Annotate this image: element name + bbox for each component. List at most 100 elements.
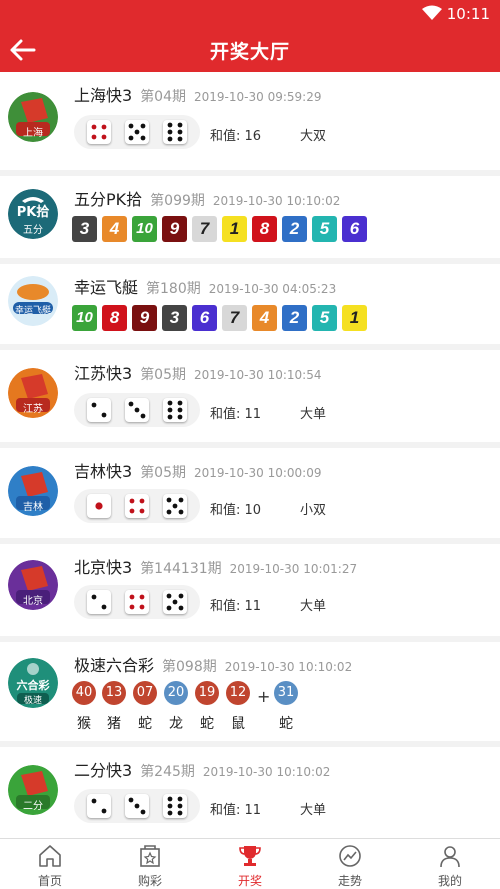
lottery-row-beijing-k3[interactable]: 北京 北京快3 第144131期 2019-10-30 10:01:27 和值: 1… xyxy=(0,544,500,642)
status-time: 10:11 xyxy=(446,5,490,23)
number-tile: 7 xyxy=(222,305,247,331)
die-face xyxy=(87,590,111,614)
lottery-name: 北京快3 xyxy=(74,558,133,577)
row-header: 北京快3 第144131期 2019-10-30 10:01:27 xyxy=(74,554,357,578)
sum-value: 和值: 16 xyxy=(210,129,262,144)
number-tile: 2 xyxy=(282,305,307,331)
lottery-period: 第05期 xyxy=(140,465,187,481)
result-tag: 大单 xyxy=(300,599,327,614)
sum-value: 和值: 11 xyxy=(210,407,262,422)
number-tile: 4 xyxy=(102,216,127,242)
liuhecai-logo-icon: 六合彩 极速 xyxy=(8,658,58,708)
nav-trend[interactable]: 走势 xyxy=(300,839,400,889)
die-face xyxy=(163,494,187,518)
logo-label: 二分 xyxy=(23,801,43,812)
result-tag: 大单 xyxy=(300,407,327,422)
number-tile: 8 xyxy=(102,305,127,331)
wifi-icon xyxy=(422,5,442,20)
lottery-row-xingyun-feiting[interactable]: 幸运飞艇 幸运飞艇 第180期 2019-10-30 04:05:23 10 8 9 3 6… xyxy=(0,264,500,350)
page-title: 开奖大厅 xyxy=(209,41,290,63)
result-tag: 小双 xyxy=(300,503,327,518)
number-tile: 7 xyxy=(192,216,217,242)
number-ball: 19 xyxy=(195,681,219,705)
number-tile: 6 xyxy=(342,216,367,242)
row-header: 江苏快3 第05期 2019-10-30 10:10:54 xyxy=(74,360,321,384)
die-face-4 xyxy=(91,124,107,140)
number-tile: 6 xyxy=(192,305,217,331)
die-face xyxy=(125,590,149,614)
draw-time: 2019-10-30 10:10:54 xyxy=(194,368,322,382)
row-header: 吉林快3 第05期 2019-10-30 10:00:09 xyxy=(74,458,321,482)
die-face xyxy=(163,590,187,614)
airship-logo-icon: 幸运飞艇 xyxy=(8,276,58,326)
die-face-5 xyxy=(128,123,146,141)
k3-logo-icon: 上海 xyxy=(8,92,58,142)
draw-time: 2019-10-30 10:10:02 xyxy=(202,765,331,779)
trophy-icon xyxy=(239,846,261,866)
row-header: 五分PK拾 第099期 2019-10-30 10:10:02 xyxy=(74,186,340,210)
number-tile: 5 xyxy=(312,216,337,242)
die-face-2 xyxy=(91,402,107,418)
number-tile: 3 xyxy=(162,305,187,331)
k3-logo-icon: 二分 xyxy=(8,765,58,815)
nav-draw[interactable]: 开奖 xyxy=(200,839,300,889)
lottery-period: 第245期 xyxy=(140,764,195,780)
dice-result xyxy=(74,115,200,149)
lottery-row-jiangsu-k3[interactable]: 江苏 江苏快3 第05期 2019-10-30 10:10:54 和值: 11 大单 xyxy=(0,350,500,448)
number-ball: 12 xyxy=(226,681,250,705)
nav-home[interactable]: 首页 xyxy=(0,839,100,889)
draw-time: 2019-10-30 10:10:02 xyxy=(224,660,353,674)
status-bar: 10:11 xyxy=(0,0,500,28)
die-face-5 xyxy=(166,497,184,515)
die-face-2 xyxy=(91,594,107,610)
die-face-1 xyxy=(95,502,103,510)
dice-result xyxy=(74,585,200,619)
lottery-balls: 40 猴 13 猪 07 蛇 20 龙 19 蛇 12 鼠 + 31 蛇 xyxy=(72,681,312,741)
number-tile: 3 xyxy=(72,216,97,242)
row-header: 幸运飞艇 第180期 2019-10-30 04:05:23 xyxy=(74,274,336,298)
die-face-6 xyxy=(167,122,183,142)
plus-sign: + xyxy=(257,687,271,706)
zodiac-label: 猪 xyxy=(107,716,121,732)
number-ball: 07 xyxy=(133,681,157,705)
nav-label: 我的 xyxy=(437,874,462,888)
result-tag: 大单 xyxy=(300,803,327,818)
draw-time: 2019-10-30 04:05:23 xyxy=(208,282,337,296)
lottery-name: 幸运飞艇 xyxy=(74,278,139,297)
logo-mark: PK拾 xyxy=(16,205,50,220)
die-face-2 xyxy=(91,798,107,814)
logo-label: 江苏 xyxy=(23,404,43,415)
logo-label: 吉林 xyxy=(23,502,43,513)
die-face xyxy=(87,398,111,422)
number-ball: 40 xyxy=(72,681,96,705)
lottery-row-erfen-k3[interactable]: 二分 二分快3 第245期 2019-10-30 10:10:02 和值: 11 大… xyxy=(0,747,500,837)
lottery-row-wufen-pk10[interactable]: PK拾 五分 五分PK拾 第099期 2019-10-30 10:10:02 341… xyxy=(0,176,500,264)
logo-label: 极速 xyxy=(23,696,42,706)
number-tile: 9 xyxy=(132,305,157,331)
zodiac-label: 蛇 xyxy=(279,716,293,732)
lottery-period: 第099期 xyxy=(150,193,205,209)
die-face xyxy=(125,494,149,518)
number-tile: 1 xyxy=(222,216,247,242)
lottery-row-shanghai-k3[interactable]: 上海 上海快3 第04期 2019-10-30 09:59:29 和值: 16 大双 xyxy=(0,72,500,176)
number-ball: 20 xyxy=(164,681,188,705)
die-face-4 xyxy=(129,498,145,514)
draw-time: 2019-10-30 10:01:27 xyxy=(229,562,358,576)
die-face-5 xyxy=(166,593,184,611)
trend-icon xyxy=(339,845,361,867)
sum-value: 和值: 11 xyxy=(210,599,262,614)
nav-mine[interactable]: 我的 xyxy=(400,839,500,889)
draw-time: 2019-10-30 09:59:29 xyxy=(194,90,322,104)
die-face-6 xyxy=(167,796,183,816)
lottery-row-jisu-liuhecai[interactable]: 六合彩 极速 极速六合彩 第098期 2019-10-30 10:10:02 40 … xyxy=(0,642,500,747)
nav-buy[interactable]: 购彩 xyxy=(100,839,200,889)
zodiac-label: 蛇 xyxy=(200,716,214,732)
row-header: 上海快3 第04期 2019-10-30 09:59:29 xyxy=(74,82,321,106)
lottery-row-jilin-k3[interactable]: 吉林 吉林快3 第05期 2019-10-30 10:00:09 和值: 10 小双 xyxy=(0,448,500,544)
lottery-period: 第05期 xyxy=(140,367,187,383)
die-face-4 xyxy=(129,594,145,610)
lottery-period: 第098期 xyxy=(162,659,217,675)
number-tile: 5 xyxy=(312,305,337,331)
bottom-nav: 首页 购彩 开奖 走势 我的 xyxy=(0,838,500,889)
lottery-name: 五分PK拾 xyxy=(74,190,143,209)
